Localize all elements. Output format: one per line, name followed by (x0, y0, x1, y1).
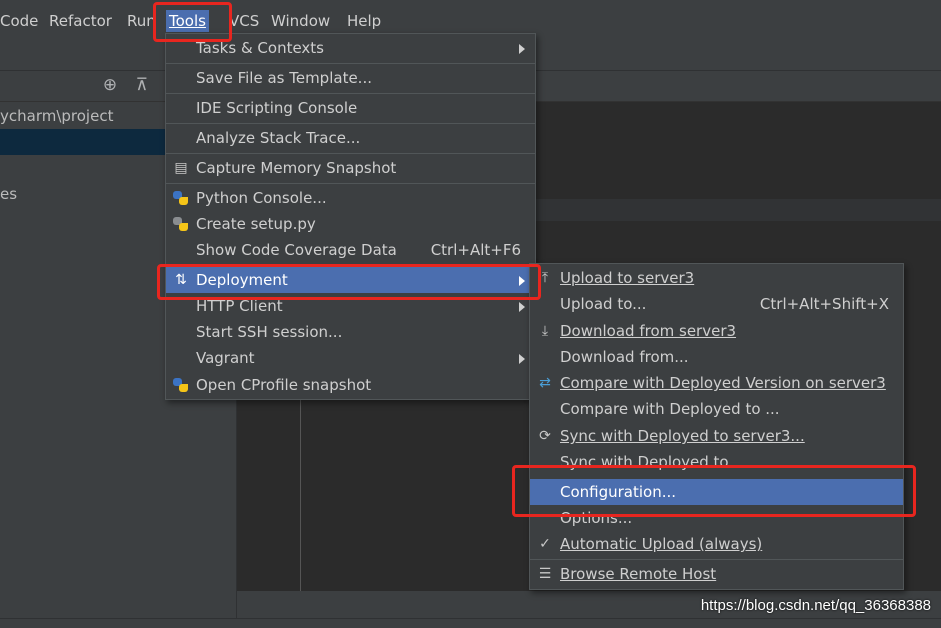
sync-icon: ⟳ (539, 428, 551, 444)
menu-item-label: Show Code Coverage Data (196, 241, 397, 259)
menu-item-python-console[interactable]: Python Console... (166, 185, 535, 211)
menu-item-label: Configuration... (560, 483, 677, 501)
menu-item-label: Create setup.py (196, 215, 316, 233)
menu-window[interactable]: Window (268, 10, 333, 32)
tools-menu: Tasks & Contexts Save File as Template..… (165, 33, 536, 400)
menu-item-start-ssh-session[interactable]: Start SSH session... (166, 319, 535, 345)
menu-item-label: Save File as Template... (196, 69, 372, 87)
menu-item-compare-deployed-server3[interactable]: ⇄ Compare with Deployed Version on serve… (530, 370, 903, 396)
menu-tools[interactable]: Tools (166, 10, 209, 32)
menu-item-options[interactable]: Options... (530, 505, 903, 531)
compare-icon: ⇄ (539, 375, 551, 391)
collapse-all-icon[interactable]: ⊼ (132, 75, 152, 95)
menu-item-create-setup-py[interactable]: Create setup.py (166, 211, 535, 237)
upload-icon: ⤒ (541, 270, 549, 286)
menu-separator (166, 63, 535, 64)
menu-item-label: Open CProfile snapshot (196, 376, 372, 394)
memory-snapshot-icon: ▤ (174, 160, 188, 176)
menu-item-save-file-as-template[interactable]: Save File as Template... (166, 65, 535, 91)
menu-item-label: Vagrant (196, 349, 255, 367)
menu-item-analyze-stack-trace[interactable]: Analyze Stack Trace... (166, 125, 535, 151)
menu-separator (166, 123, 535, 124)
project-path-label: ycharm\project (0, 107, 114, 125)
menu-item-capture-memory-snapshot[interactable]: ▤ Capture Memory Snapshot (166, 155, 535, 181)
menu-item-label: Tasks & Contexts (196, 39, 324, 57)
menu-item-label: Download from server3 (560, 322, 737, 340)
menu-item-label: Options... (560, 509, 633, 527)
python-icon (172, 190, 190, 206)
menu-item-label: HTTP Client (196, 297, 283, 315)
menu-item-shortcut: Ctrl+Alt+F6 (430, 241, 521, 259)
menu-run[interactable]: Run (124, 10, 156, 32)
menu-code[interactable]: Code (0, 10, 41, 32)
submenu-arrow-icon (519, 354, 525, 364)
menu-item-label: Browse Remote Host (560, 565, 717, 583)
menu-vcs[interactable]: VCS (226, 10, 262, 32)
menu-refactor[interactable]: Refactor (46, 10, 115, 32)
menu-item-show-code-coverage[interactable]: Show Code Coverage Data Ctrl+Alt+F6 (166, 237, 535, 263)
menu-item-label: Upload to... (560, 295, 647, 313)
menu-item-label: Sync with Deployed to server3... (560, 427, 805, 445)
menu-item-upload-to-server3[interactable]: ⤒ Upload to server3 (530, 265, 903, 291)
menu-separator (530, 559, 903, 560)
deployment-arrows-icon: ⇅ (175, 272, 187, 288)
menu-item-sync-deployed-server3[interactable]: ⟳ Sync with Deployed to server3... (530, 423, 903, 449)
deployment-submenu: ⤒ Upload to server3 Upload to... Ctrl+Al… (529, 263, 904, 590)
menu-item-browse-remote-host[interactable]: ☰ Browse Remote Host (530, 561, 903, 587)
menu-item-label: Analyze Stack Trace... (196, 129, 361, 147)
menu-separator (166, 153, 535, 154)
server-icon: ☰ (538, 566, 552, 582)
cprofile-icon (172, 377, 190, 393)
menu-item-sync-deployed-to[interactable]: Sync with Deployed to... (530, 449, 903, 475)
menu-item-label: Start SSH session... (196, 323, 343, 341)
checkmark-icon: ✓ (539, 536, 551, 552)
menu-item-label: Sync with Deployed to... (560, 453, 743, 471)
menu-item-compare-deployed-to[interactable]: Compare with Deployed to ... (530, 396, 903, 422)
menu-item-download-from[interactable]: Download from... (530, 344, 903, 370)
menu-item-shortcut: Ctrl+Alt+Shift+X (759, 295, 889, 313)
menu-separator (166, 93, 535, 94)
submenu-arrow-icon (519, 302, 525, 312)
menu-item-download-from-server3[interactable]: ⤓ Download from server3 (530, 318, 903, 344)
menu-item-label: Capture Memory Snapshot (196, 159, 397, 177)
menu-item-ide-scripting-console[interactable]: IDE Scripting Console (166, 95, 535, 121)
download-icon: ⤓ (541, 323, 549, 339)
menu-item-http-client[interactable]: HTTP Client (166, 293, 535, 319)
menu-item-upload-to[interactable]: Upload to... Ctrl+Alt+Shift+X (530, 291, 903, 317)
python-file-icon (172, 216, 190, 232)
submenu-arrow-icon (519, 44, 525, 54)
menu-item-configuration[interactable]: Configuration... (530, 479, 903, 505)
menu-help[interactable]: Help (344, 10, 384, 32)
submenu-arrow-icon (519, 276, 525, 286)
menu-item-deployment[interactable]: ⇅ Deployment (166, 267, 535, 293)
menu-separator (166, 183, 535, 184)
menu-item-label: Compare with Deployed Version on server3 (560, 374, 886, 392)
locate-target-icon[interactable]: ⊕ (100, 75, 120, 95)
menu-item-label: Python Console... (196, 189, 327, 207)
tree-row-label: es (0, 185, 18, 203)
menu-item-label: IDE Scripting Console (196, 99, 358, 117)
menu-item-label: Automatic Upload (always) (560, 535, 763, 553)
menu-item-vagrant[interactable]: Vagrant (166, 345, 535, 371)
menu-item-tasks-contexts[interactable]: Tasks & Contexts (166, 35, 535, 61)
menu-separator (166, 264, 535, 265)
menu-item-automatic-upload[interactable]: ✓ Automatic Upload (always) (530, 531, 903, 557)
menu-item-open-cprofile-snapshot[interactable]: Open CProfile snapshot (166, 372, 535, 398)
menu-item-label: Deployment (196, 271, 288, 289)
watermark: https://blog.csdn.net/qq_36368388 (700, 597, 931, 614)
menu-item-label: Download from... (560, 348, 689, 366)
menu-item-label: Upload to server3 (560, 269, 695, 287)
menu-item-label: Compare with Deployed to ... (560, 400, 780, 418)
